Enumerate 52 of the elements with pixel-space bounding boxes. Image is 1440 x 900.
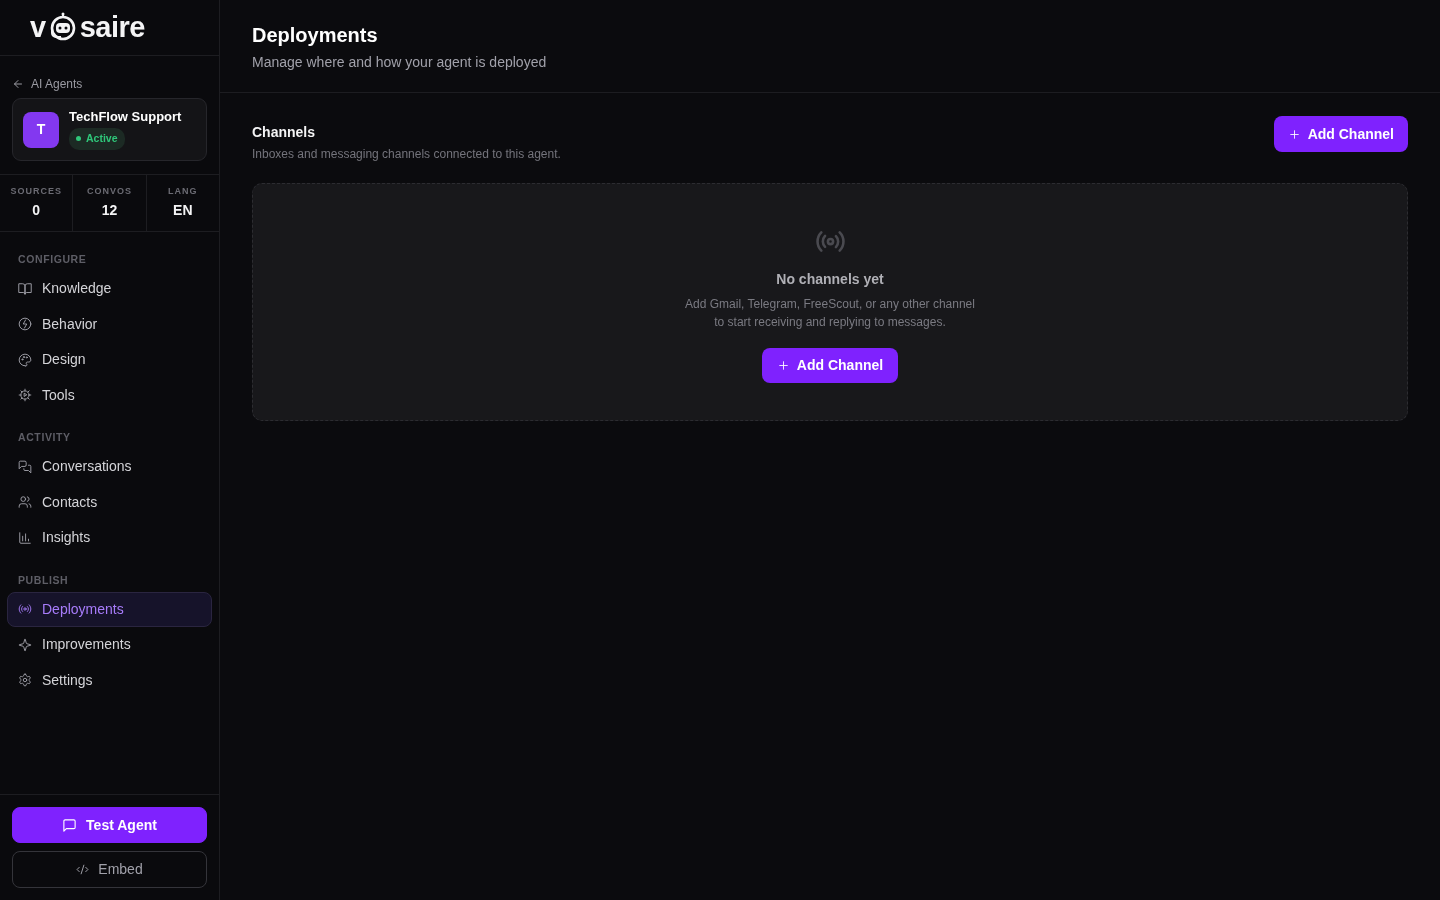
stat-value: 12 (101, 201, 118, 221)
nav-item[interactable]: Improvements (7, 627, 212, 663)
nav-item[interactable]: Settings (7, 662, 212, 698)
sparkle-icon (18, 637, 32, 652)
stat-value: 0 (32, 201, 41, 221)
nav-item[interactable]: Contacts (7, 484, 212, 520)
nav-item[interactable]: Design (7, 342, 212, 378)
arrow-left-icon (12, 77, 24, 90)
plus-icon (1287, 127, 1301, 141)
stat-label: SOURCES (10, 184, 62, 198)
section-heading: ACTIVITY (17, 430, 72, 445)
settings-icon (18, 673, 32, 688)
users-icon (18, 495, 32, 510)
nav-item[interactable]: Behavior (7, 306, 212, 342)
nav-item[interactable]: Conversations (7, 449, 212, 485)
broadcast-icon (18, 602, 32, 617)
add-channel-button[interactable]: Add Channel (1273, 116, 1408, 152)
embed-button[interactable]: Embed (12, 851, 207, 888)
agent-avatar: T (23, 111, 59, 148)
empty-state-title: No channels yet (776, 270, 884, 289)
bar-chart-icon (18, 530, 32, 545)
nav-item[interactable]: Deployments (7, 591, 212, 627)
nav-item[interactable]: Knowledge (7, 271, 212, 307)
section-heading: CONFIGURE (17, 252, 88, 267)
empty-state-text: to start receiving and replying to messages. (713, 314, 947, 331)
page-title: Deployments (252, 23, 379, 48)
page-subtitle: Manage where and how your agent is deployed (252, 53, 548, 72)
stat-value: EN (173, 201, 193, 221)
nav-item[interactable]: Tools (7, 377, 212, 413)
bolt-circle-icon (18, 317, 32, 332)
section-title: Channels (252, 123, 316, 141)
empty-state-text: Add Gmail, Telegram, FreeScout, or any other channel (685, 296, 975, 313)
test-agent-button[interactable]: Test Agent (12, 807, 207, 843)
section-heading: PUBLISH (17, 572, 70, 588)
logo-text: saire (79, 13, 145, 42)
gear-play-icon (18, 388, 32, 403)
add-channel-button[interactable]: Add Channel (761, 348, 899, 383)
stat-label: LANG (168, 184, 198, 198)
chat-bubbles-icon (18, 459, 32, 474)
plus-icon (776, 359, 790, 372)
status-dot-icon (76, 136, 81, 142)
book-icon (18, 281, 32, 296)
section-description: Inboxes and messaging channels connected to this agent. (252, 146, 561, 163)
nav-item[interactable]: Insights (7, 520, 212, 556)
code-icon (76, 863, 90, 876)
back-link[interactable]: AI Agents (12, 74, 83, 93)
message-icon (62, 817, 78, 833)
palette-icon (18, 352, 32, 367)
agent-name: TechFlow Support (69, 109, 182, 125)
stat-label: CONVOS (87, 184, 132, 198)
logo-text: v (30, 13, 46, 42)
status-badge: Active (69, 127, 125, 150)
